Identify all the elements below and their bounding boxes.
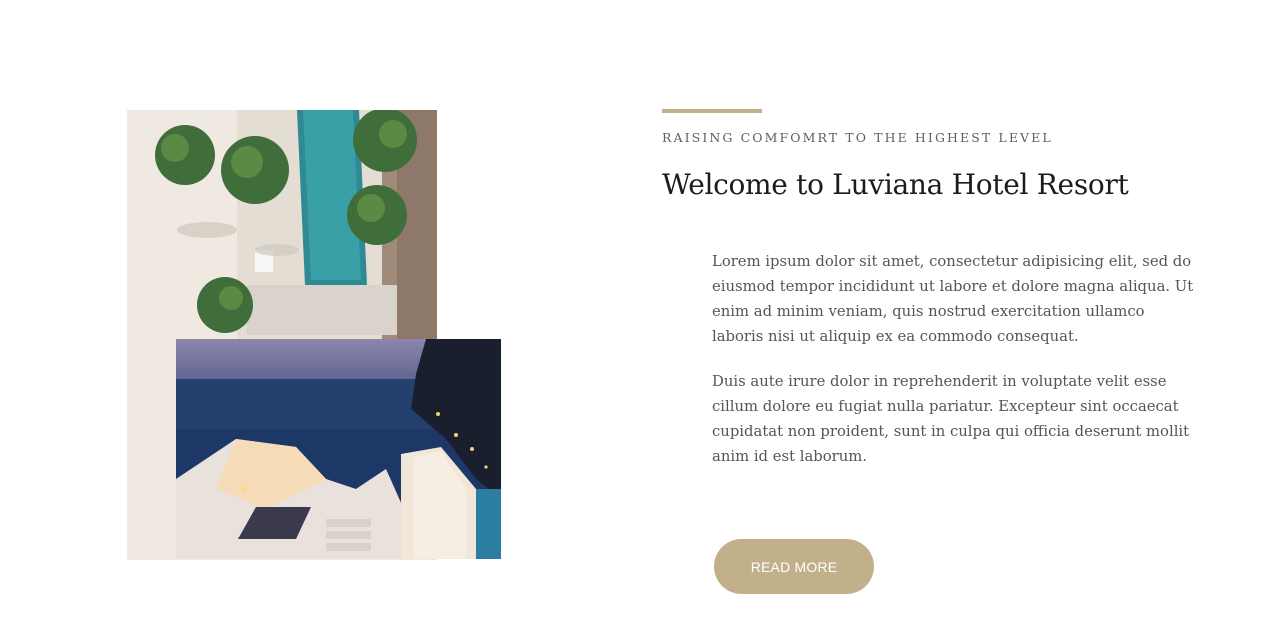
seaside-terrace-photo — [176, 339, 501, 559]
body-paragraph: Lorem ipsum dolor sit amet, consectetur … — [712, 253, 1194, 345]
section-body: Lorem ipsum dolor sit amet, consectetur … — [712, 249, 1194, 489]
read-more-button[interactable]: READ MORE — [714, 539, 874, 594]
section-title: Welcome to Luviana Hotel Resort — [662, 168, 1129, 201]
section-eyebrow: RAISING COMFOMRT TO THE HIGHEST LEVEL — [662, 130, 1053, 145]
seaside-terrace-illustration — [176, 339, 501, 559]
about-section: RAISING COMFOMRT TO THE HIGHEST LEVEL We… — [0, 0, 1277, 626]
accent-divider — [662, 109, 762, 113]
body-paragraph: Duis aute irure dolor in reprehenderit i… — [712, 373, 1190, 465]
